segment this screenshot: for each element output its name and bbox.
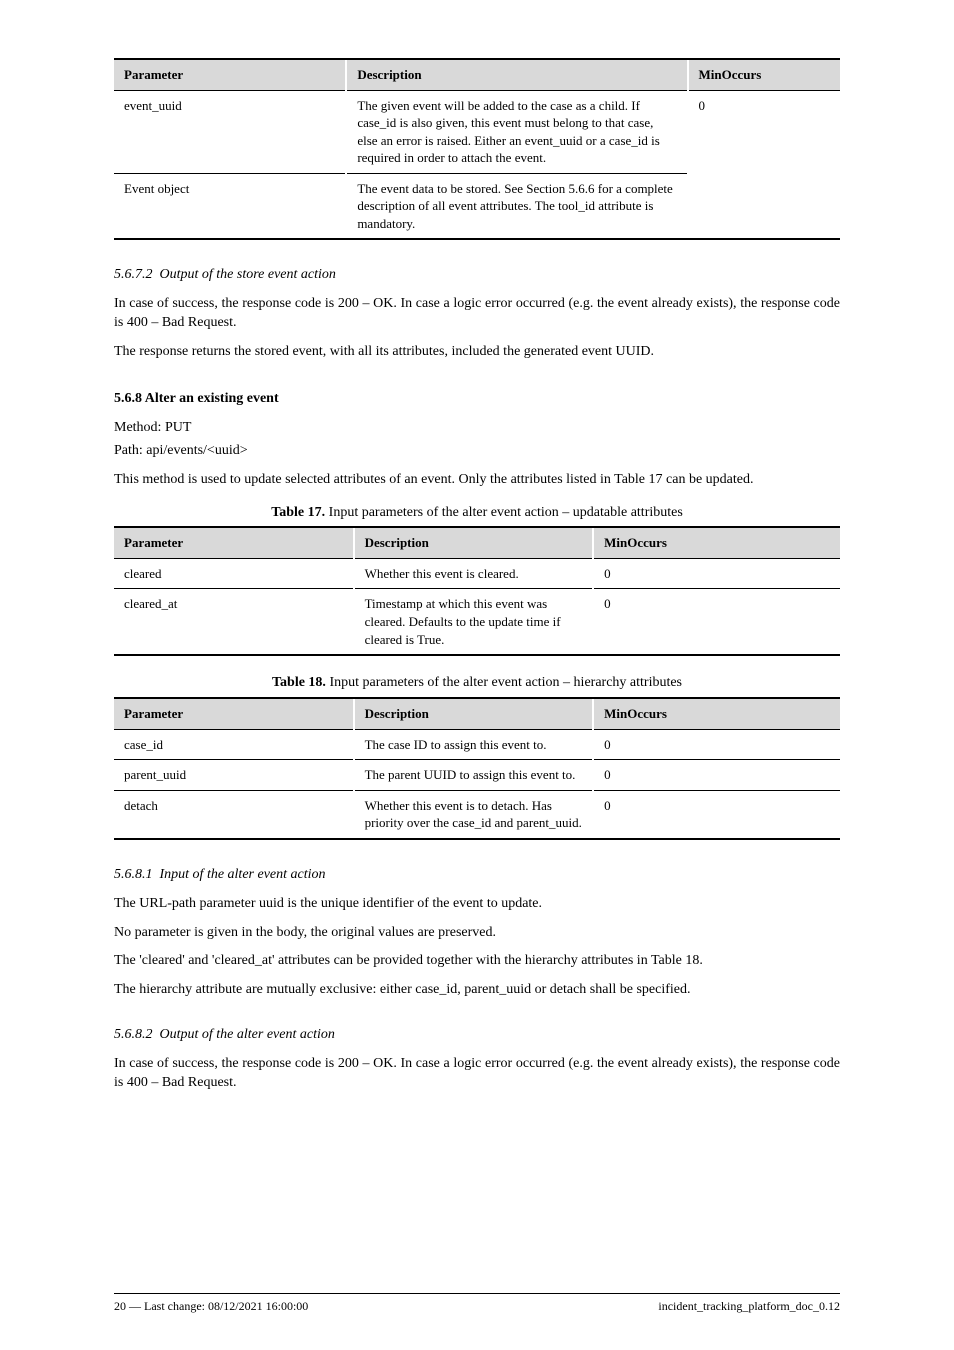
cell: cleared_at (114, 589, 354, 655)
page-root: Parameter Description MinOccurs event_uu… (0, 0, 954, 1350)
footer-left: 20 — Last change: 08/12/2021 16:00:00 (114, 1298, 308, 1314)
table-header-row: Parameter Description MinOccurs (114, 698, 840, 729)
cell: cleared (114, 558, 354, 589)
caption-rest: Input parameters of the alter event acti… (325, 505, 683, 520)
col-description: Description (354, 527, 594, 558)
col-minoccurs: MinOccurs (593, 527, 840, 558)
col-parameter: Parameter (114, 527, 354, 558)
section-title: Output of the store event action (160, 267, 336, 282)
table17-caption: Table 17. Input parameters of the alter … (114, 504, 840, 523)
cell: detach (114, 790, 354, 839)
table-row: detach Whether this event is to detach. … (114, 790, 840, 839)
table17: Parameter Description MinOccurs cleared … (114, 526, 840, 656)
cell: 0 (593, 558, 840, 589)
table-store-event-params: Parameter Description MinOccurs event_uu… (114, 58, 840, 240)
paragraph: No parameter is given in the body, the o… (114, 924, 840, 943)
table-row: case_id The case ID to assign this event… (114, 729, 840, 760)
section-number: 5.6.7.2 (114, 267, 153, 282)
http-path: Path: api/events/<uuid> (114, 442, 840, 461)
col-parameter: Parameter (114, 698, 354, 729)
paragraph: The 'cleared' and 'cleared_at' attribute… (114, 952, 840, 971)
table-header-row: Parameter Description MinOccurs (114, 59, 840, 90)
paragraph: In case of success, the response code is… (114, 295, 840, 333)
col-minoccurs: MinOccurs (688, 59, 840, 90)
cell: 0 (593, 760, 840, 791)
col-minoccurs: MinOccurs (593, 698, 840, 729)
cell: Whether this event is cleared. (354, 558, 594, 589)
section-number: 5.6.8.2 (114, 1027, 153, 1042)
table-row: cleared_at Timestamp at which this event… (114, 589, 840, 655)
table18: Parameter Description MinOccurs case_id … (114, 697, 840, 840)
col-parameter: Parameter (114, 59, 346, 90)
caption-bold: Table 18. (272, 675, 326, 690)
cell-parameter: Event object (114, 173, 346, 239)
section-title: Input of the alter event action (160, 867, 326, 882)
cell-description: The event data to be stored. See Section… (346, 173, 687, 239)
paragraph: In case of success, the response code is… (114, 1055, 840, 1093)
footer-rule (114, 1293, 840, 1294)
table-row: parent_uuid The parent UUID to assign th… (114, 760, 840, 791)
cell: parent_uuid (114, 760, 354, 791)
http-method: Method: PUT (114, 419, 840, 438)
cell: 0 (593, 729, 840, 760)
col-description: Description (346, 59, 687, 90)
paragraph: This method is used to update selected a… (114, 471, 840, 490)
paragraph: The URL-path parameter uuid is the uniqu… (114, 895, 840, 914)
page-footer: 20 — Last change: 08/12/2021 16:00:00 in… (0, 1293, 954, 1314)
cell-parameter: event_uuid (114, 90, 346, 173)
cell: The parent UUID to assign this event to. (354, 760, 594, 791)
paragraph: The response returns the stored event, w… (114, 343, 840, 362)
cell-minoccurs: 0 (688, 90, 840, 239)
section-heading-alter-input: 5.6.8.1 Input of the alter event action (114, 866, 840, 885)
footer-right: incident_tracking_platform_doc_0.12 (658, 1298, 840, 1314)
col-description: Description (354, 698, 594, 729)
cell: Whether this event is to detach. Has pri… (354, 790, 594, 839)
table-row: event_uuid The given event will be added… (114, 90, 840, 173)
section-number: 5.6.8.1 (114, 867, 153, 882)
cell-description: The given event will be added to the cas… (346, 90, 687, 173)
section-title: Output of the alter event action (160, 1027, 335, 1042)
caption-rest: Input parameters of the alter event acti… (326, 675, 682, 690)
section-heading-alter-output: 5.6.8.2 Output of the alter event action (114, 1026, 840, 1045)
paragraph: The hierarchy attribute are mutually exc… (114, 981, 840, 1000)
cell: Timestamp at which this event was cleare… (354, 589, 594, 655)
cell: 0 (593, 790, 840, 839)
section-heading-store-output: 5.6.7.2 Output of the store event action (114, 266, 840, 285)
section-heading-alter: 5.6.8 Alter an existing event (114, 390, 840, 409)
cell: The case ID to assign this event to. (354, 729, 594, 760)
cell: 0 (593, 589, 840, 655)
cell: case_id (114, 729, 354, 760)
table-row: cleared Whether this event is cleared. 0 (114, 558, 840, 589)
table18-caption: Table 18. Input parameters of the alter … (114, 674, 840, 693)
caption-bold: Table 17. (271, 505, 325, 520)
table-header-row: Parameter Description MinOccurs (114, 527, 840, 558)
